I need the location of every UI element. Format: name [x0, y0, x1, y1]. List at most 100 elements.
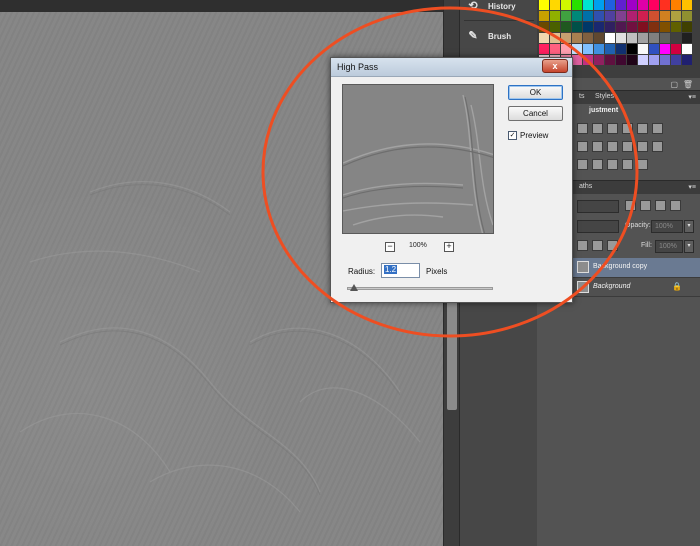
- swatch-cell[interactable]: [616, 11, 626, 21]
- adjustment-filter-icon[interactable]: [640, 200, 651, 211]
- filter-preview[interactable]: [342, 84, 494, 234]
- black-white-icon[interactable]: [607, 141, 618, 152]
- swatch-cell[interactable]: [572, 55, 582, 65]
- type-filter-icon[interactable]: [655, 200, 666, 211]
- swatch-cell[interactable]: [539, 11, 549, 21]
- swatch-cell[interactable]: [561, 33, 571, 43]
- blend-mode-select[interactable]: [577, 220, 619, 233]
- selective-color-icon[interactable]: [622, 159, 633, 170]
- swatch-cell[interactable]: [583, 33, 593, 43]
- tab-paths[interactable]: aths: [579, 183, 592, 190]
- swatch-cell[interactable]: [594, 11, 604, 21]
- vibrance-icon[interactable]: [637, 123, 648, 134]
- swatch-cell[interactable]: [572, 11, 582, 21]
- swatch-cell[interactable]: [583, 55, 593, 65]
- swatch-cell[interactable]: [660, 22, 670, 32]
- swatch-cell[interactable]: [627, 44, 637, 54]
- swatch-cell[interactable]: [682, 0, 692, 10]
- swatch-cell[interactable]: [682, 11, 692, 21]
- swatch-cell[interactable]: [682, 44, 692, 54]
- swatch-cell[interactable]: [605, 22, 615, 32]
- swatch-cell[interactable]: [539, 44, 549, 54]
- channel-mixer-icon[interactable]: [637, 141, 648, 152]
- radius-input[interactable]: 1.2: [381, 263, 420, 278]
- swatch-cell[interactable]: [583, 0, 593, 10]
- swatch-cell[interactable]: [660, 33, 670, 43]
- curves-icon[interactable]: [607, 123, 618, 134]
- swatch-cell[interactable]: [671, 0, 681, 10]
- swatch-cell[interactable]: [627, 33, 637, 43]
- swatch-cell[interactable]: [616, 44, 626, 54]
- swatch-cell[interactable]: [649, 55, 659, 65]
- gradient-triangle-icon[interactable]: [652, 123, 663, 134]
- swatch-cell[interactable]: [594, 0, 604, 10]
- swatch-cell[interactable]: [627, 55, 637, 65]
- swatch-cell[interactable]: [561, 0, 571, 10]
- swatch-cell[interactable]: [638, 33, 648, 43]
- swatch-cell[interactable]: [550, 0, 560, 10]
- swatch-cell[interactable]: [594, 44, 604, 54]
- swatch-cell[interactable]: [572, 22, 582, 32]
- swatch-cell[interactable]: [649, 33, 659, 43]
- swatch-cell[interactable]: [649, 0, 659, 10]
- swatch-cell[interactable]: [671, 22, 681, 32]
- swatch-cell[interactable]: [594, 55, 604, 65]
- color-lookup-icon[interactable]: [652, 141, 663, 152]
- swatch-cell[interactable]: [572, 33, 582, 43]
- gradient-map-icon[interactable]: [637, 159, 648, 170]
- swatch-cell[interactable]: [682, 55, 692, 65]
- threshold-icon[interactable]: [607, 159, 618, 170]
- swatch-cell[interactable]: [627, 11, 637, 21]
- swatch-cell[interactable]: [627, 22, 637, 32]
- swatch-cell[interactable]: [539, 22, 549, 32]
- swatch-cell[interactable]: [638, 0, 648, 10]
- zoom-in-button[interactable]: +: [444, 242, 454, 252]
- close-button[interactable]: x: [542, 59, 568, 73]
- brightness-icon[interactable]: [577, 123, 588, 134]
- lock-position-icon[interactable]: [592, 240, 603, 251]
- shape-filter-icon[interactable]: [670, 200, 681, 211]
- swatch-cell[interactable]: [660, 0, 670, 10]
- color-balance-icon[interactable]: [592, 141, 603, 152]
- swatch-cell[interactable]: [616, 22, 626, 32]
- scrollbar-thumb[interactable]: [447, 300, 457, 410]
- swatch-cell[interactable]: [594, 22, 604, 32]
- zoom-out-button[interactable]: −: [385, 242, 395, 252]
- swatch-cell[interactable]: [561, 11, 571, 21]
- hue-saturation-icon[interactable]: [577, 141, 588, 152]
- swatch-cell[interactable]: [627, 0, 637, 10]
- swatch-cell[interactable]: [605, 55, 615, 65]
- radius-slider-thumb[interactable]: [350, 284, 359, 291]
- swatch-cell[interactable]: [682, 33, 692, 43]
- swatch-cell[interactable]: [550, 22, 560, 32]
- preview-checkbox[interactable]: ✓: [508, 131, 517, 140]
- swatch-cell[interactable]: [583, 11, 593, 21]
- levels-icon[interactable]: [592, 123, 603, 134]
- lock-pixels-icon[interactable]: [577, 240, 588, 251]
- swatch-cell[interactable]: [605, 44, 615, 54]
- swatch-cell[interactable]: [671, 11, 681, 21]
- swatch-cell[interactable]: [561, 22, 571, 32]
- layer-filter-select[interactable]: [577, 200, 619, 213]
- swatch-cell[interactable]: [572, 0, 582, 10]
- swatch-cell[interactable]: [616, 33, 626, 43]
- swatch-cell[interactable]: [550, 44, 560, 54]
- swatch-cell[interactable]: [660, 55, 670, 65]
- swatch-cell[interactable]: [638, 11, 648, 21]
- opacity-dropdown-icon[interactable]: ▾: [684, 220, 694, 233]
- swatch-cell[interactable]: [649, 11, 659, 21]
- swatch-cell[interactable]: [649, 44, 659, 54]
- swatch-cell[interactable]: [671, 33, 681, 43]
- dock-item-history[interactable]: ⟲ History: [466, 0, 536, 16]
- swatch-cell[interactable]: [638, 55, 648, 65]
- swatch-cell[interactable]: [550, 11, 560, 21]
- swatch-cell[interactable]: [539, 33, 549, 43]
- photo-filter-icon[interactable]: [622, 141, 633, 152]
- new-swatch-icon[interactable]: ▢: [670, 80, 678, 89]
- swatch-cell[interactable]: [605, 0, 615, 10]
- fill-dropdown-icon[interactable]: ▾: [684, 240, 694, 253]
- swatch-cell[interactable]: [660, 44, 670, 54]
- swatch-cell[interactable]: [583, 22, 593, 32]
- panel-menu-icon[interactable]: ▾≡: [688, 93, 696, 101]
- opacity-field[interactable]: 100%: [651, 220, 683, 233]
